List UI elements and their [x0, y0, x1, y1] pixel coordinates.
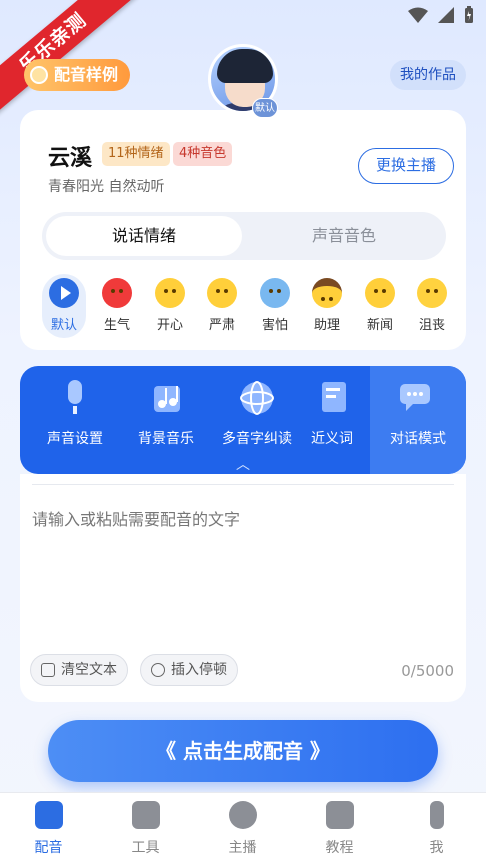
avatar-badge: 默认	[252, 98, 278, 118]
emotion-label: 生气	[103, 318, 130, 333]
person-icon	[429, 801, 444, 829]
emotion-list: 默认 生气 开心 严肃 害怕 助理 新闻 沮丧	[40, 270, 460, 340]
avatar-hair	[217, 49, 273, 83]
sample-button-label: 配音样例	[54, 65, 119, 84]
tool-label: 背景音乐	[138, 431, 194, 447]
emotion-item-default[interactable]: 默认	[42, 274, 86, 338]
emotion-label: 新闻	[366, 318, 393, 333]
tab-label: 我	[429, 840, 444, 856]
microphone-tab-icon	[228, 801, 257, 829]
tool-synonym[interactable]: 近义词	[282, 378, 382, 448]
sad-face-icon	[417, 278, 447, 308]
emotion-label: 沮丧	[418, 318, 445, 333]
tab-label: 主播	[228, 840, 257, 856]
angry-face-icon	[102, 278, 132, 308]
microphone-icon	[55, 378, 95, 418]
change-voice-button[interactable]: 更换主播	[358, 148, 454, 184]
book-icon	[312, 378, 352, 418]
insert-pause-label: 插入停顿	[171, 662, 227, 678]
voice-card: 云溪 11种情绪 4种音色 青春阳光 自然动听 更换主播 说话情绪 声音音色 默…	[20, 110, 466, 350]
emotion-item-assistant[interactable]: 助理	[305, 274, 349, 338]
tab-tutorial[interactable]: 教程	[291, 801, 388, 857]
tab-tools[interactable]: 工具	[97, 801, 194, 857]
voice-description: 青春阳光 自然动听	[48, 179, 165, 195]
play-icon	[49, 278, 79, 308]
emotion-item-serious[interactable]: 严肃	[200, 274, 244, 338]
bookmark-icon	[325, 801, 354, 829]
bottom-tab-bar: 配音 工具 主播 教程 我	[0, 792, 486, 864]
tab-speaking-emotion[interactable]: 说话情绪	[46, 216, 242, 256]
happy-face-icon	[155, 278, 185, 308]
emotion-label: 助理	[313, 318, 340, 333]
emotion-item-scared[interactable]: 害怕	[253, 274, 297, 338]
emotion-label: 默认	[50, 318, 77, 333]
news-face-icon	[365, 278, 395, 308]
emotion-label: 严肃	[208, 318, 235, 333]
tab-anchors[interactable]: 主播	[194, 801, 291, 857]
timbre-count-tag: 4种音色	[173, 142, 233, 166]
tool-voice-settings[interactable]: 声音设置	[25, 378, 125, 448]
emotion-count-tag: 11种情绪	[102, 142, 170, 166]
tool-label: 近义词	[311, 431, 353, 447]
sample-button[interactable]: 配音样例	[24, 59, 131, 91]
collapse-chevron-icon[interactable]: ︿	[234, 458, 252, 472]
tool-dialogue-mode[interactable]: 对话模式	[368, 378, 466, 448]
tool-label: 对话模式	[390, 431, 446, 447]
insert-pause-button[interactable]: 插入停顿	[140, 654, 238, 686]
battery-icon	[465, 6, 473, 23]
emotion-label: 开心	[156, 318, 183, 333]
home-icon	[34, 801, 63, 829]
tab-label: 教程	[325, 840, 354, 856]
emotion-item-happy[interactable]: 开心	[148, 274, 192, 338]
toolbox-icon	[131, 801, 160, 829]
emotion-label: 害怕	[261, 318, 288, 333]
assistant-face-icon	[312, 278, 342, 308]
sample-icon	[30, 66, 48, 84]
chat-bubble-icon	[398, 378, 438, 418]
text-editor: 请输入或粘贴需要配音的文字 清空文本 插入停顿 0/5000	[20, 474, 466, 702]
tab-label: 工具	[131, 840, 160, 856]
clear-text-button[interactable]: 清空文本	[30, 654, 128, 686]
clock-icon	[151, 663, 165, 677]
char-counter: 0/5000	[401, 662, 454, 680]
tab-voice-timbre[interactable]: 声音音色	[246, 216, 442, 256]
tool-label: 声音设置	[47, 431, 103, 447]
tool-background-music[interactable]: 背景音乐	[116, 378, 216, 448]
signal-icon	[438, 7, 454, 23]
serious-face-icon	[207, 278, 237, 308]
generate-dubbing-button[interactable]: 《 点击生成配音 》	[48, 720, 438, 782]
wifi-icon	[408, 7, 428, 23]
clear-text-label: 清空文本	[61, 662, 117, 678]
trash-icon	[41, 663, 55, 677]
text-input[interactable]: 请输入或粘贴需要配音的文字	[32, 506, 240, 530]
music-note-icon	[146, 378, 186, 418]
my-works-button[interactable]: 我的作品	[390, 60, 466, 90]
scared-face-icon	[260, 278, 290, 308]
tab-me[interactable]: 我	[388, 801, 485, 857]
tool-bar: 声音设置 背景音乐 多音字纠读 近义词 对话模式 ︿	[20, 366, 466, 474]
tab-dubbing[interactable]: 配音	[0, 801, 97, 857]
segmented-control: 说话情绪 声音音色	[42, 212, 446, 260]
status-icons	[408, 6, 474, 24]
tab-label: 配音	[34, 840, 63, 856]
editor-divider	[32, 484, 454, 485]
globe-icon	[237, 378, 277, 418]
voice-name: 云溪	[48, 146, 93, 171]
emotion-item-sad[interactable]: 沮丧	[410, 274, 454, 338]
emotion-item-news[interactable]: 新闻	[358, 274, 402, 338]
emotion-item-angry[interactable]: 生气	[95, 274, 139, 338]
